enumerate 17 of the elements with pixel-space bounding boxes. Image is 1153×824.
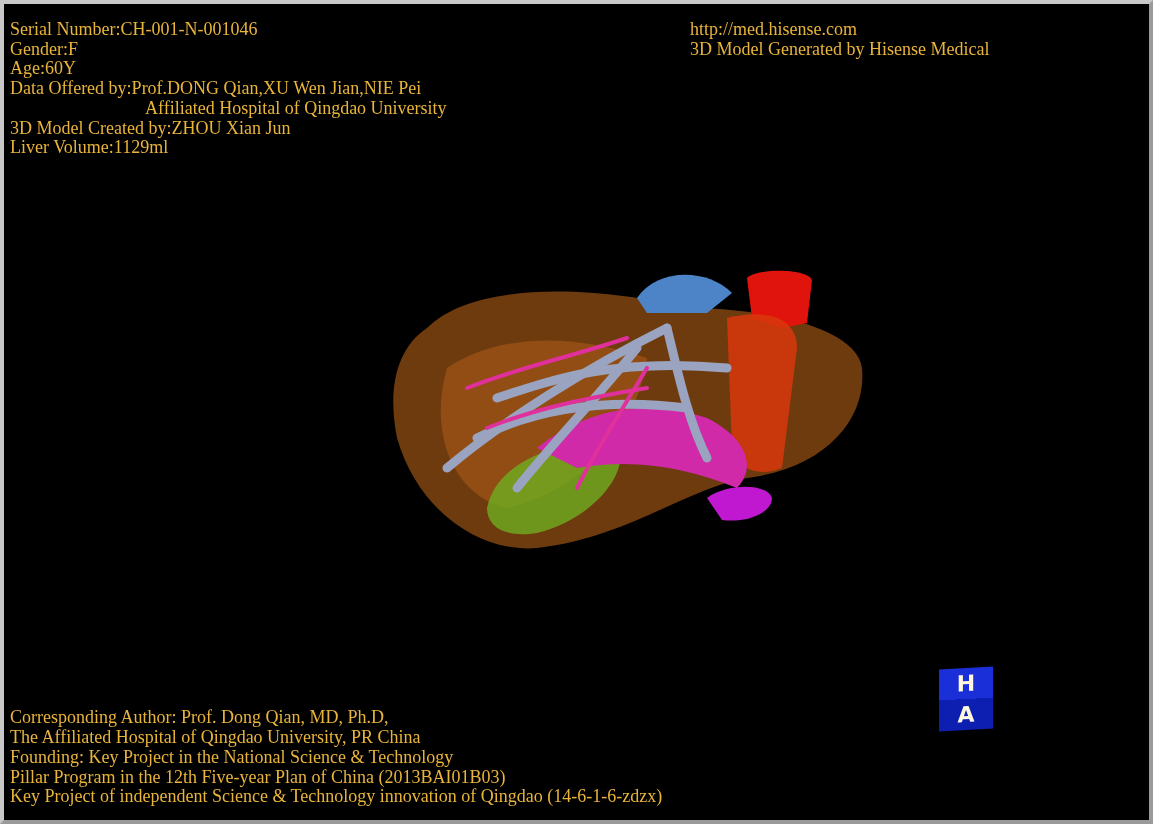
credit-text: The Affiliated Hospital of Qingdao University, PR China — [10, 728, 421, 748]
cube-face-letter: A — [957, 702, 975, 727]
credit-text: Corresponding Author: Prof. Dong Qian, MD, Ph.D, — [10, 708, 389, 729]
info-text: Age:60Y — [10, 59, 76, 80]
info-text: Serial Number:CH-001-N-001046 — [10, 20, 258, 40]
orientation-cube[interactable]: H A — [939, 666, 993, 732]
cube-face-letter: H — [956, 671, 976, 696]
info-text: Data Offered by:Prof.DONG Qian,XU Wen Jian,NIE Pei — [10, 79, 422, 99]
info-text: 3D Model Generated by Hisense Medical — [690, 39, 990, 60]
info-text: Liver Volume:1129ml — [10, 138, 169, 158]
credit-text: Key Project of independent Science & Technology innovation of Qingdao (14-6-1-6-zdzx) — [10, 787, 663, 807]
info-text: 3D Model Created by:ZHOU Xian Jun — [10, 118, 291, 139]
info-text: Affiliated Hospital of Qingdao University — [145, 98, 447, 119]
credit-text: Pillar Program in the 12th Five-year Plan of China (2013BAI01B03) — [10, 767, 506, 788]
info-text: Gender:F — [10, 39, 78, 60]
info-text: http://med.hisense.com — [690, 20, 857, 40]
credit-text: Founding: Key Project in the National Science & Technology — [10, 747, 454, 768]
